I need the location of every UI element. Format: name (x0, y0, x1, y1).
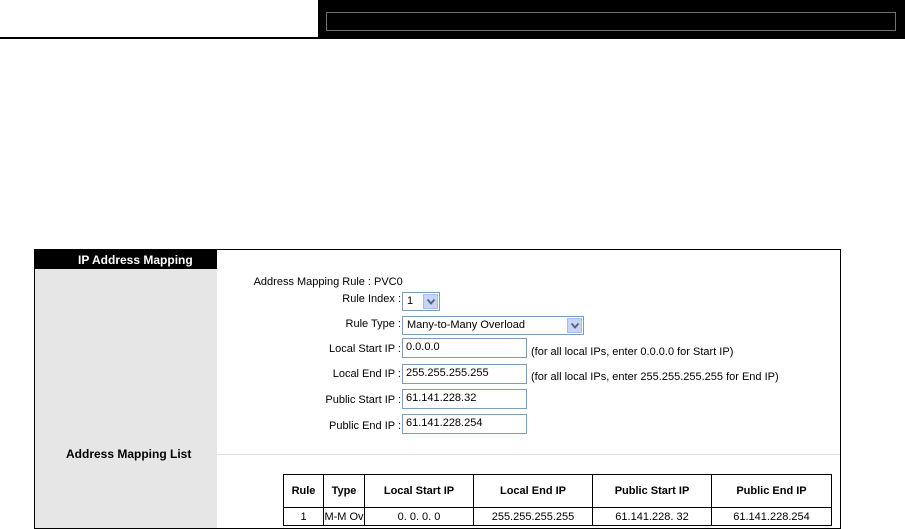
rule-type-label: Rule Type : (345, 318, 401, 330)
header-frame (326, 12, 896, 31)
table-header-row: Rule Type Local Start IP Local End IP Pu… (283, 474, 832, 508)
cell-public-end-ip: 61.141.228.254 (711, 507, 832, 526)
col-rule: Rule (283, 474, 324, 508)
public-start-ip-input[interactable]: 61.141.228.32 (402, 389, 527, 409)
rule-index-value: 1 (407, 295, 414, 307)
rule-type-value: Many-to-Many Overload (407, 319, 525, 331)
top-divider (0, 37, 905, 39)
chevron-down-icon[interactable] (567, 318, 582, 333)
col-type: Type (323, 474, 365, 508)
local-end-ip-label: Local End IP : (332, 368, 401, 380)
section-divider (217, 454, 840, 455)
rule-value: PVC0 (374, 276, 403, 288)
local-start-ip-hint: (for all local IPs, enter 0.0.0.0 for St… (531, 346, 734, 358)
rule-index-label: Rule Index : (342, 293, 401, 305)
rule-index-select[interactable]: 1 (402, 292, 440, 311)
chevron-down-icon[interactable] (423, 294, 438, 309)
table-row: 1 M-M Ov 0. 0. 0. 0 255.255.255.255 61.1… (283, 507, 832, 526)
cell-public-start-ip: 61.141.228. 32 (592, 507, 712, 526)
local-start-ip-input[interactable]: 0.0.0.0 (402, 338, 527, 358)
list-title: Address Mapping List (66, 447, 192, 461)
col-local-start-ip: Local Start IP (364, 474, 474, 508)
col-public-end-ip: Public End IP (711, 474, 832, 508)
public-end-ip-input[interactable]: 61.141.228.254 (402, 414, 527, 434)
local-start-ip-label: Local Start IP : (329, 343, 401, 355)
cell-local-start-ip: 0. 0. 0. 0 (364, 507, 474, 526)
address-mapping-table: Rule Type Local Start IP Local End IP Pu… (283, 474, 832, 526)
cell-rule: 1 (283, 507, 324, 526)
rule-type-select[interactable]: Many-to-Many Overload (402, 316, 584, 335)
section-header: IP Address Mapping (35, 250, 217, 269)
col-public-start-ip: Public Start IP (592, 474, 712, 508)
public-start-ip-label: Public Start IP : (325, 394, 401, 406)
local-end-ip-input[interactable]: 255.255.255.255 (402, 364, 527, 384)
sidebar: IP Address Mapping Address Mapping List (35, 250, 217, 528)
top-header-bar (318, 0, 905, 38)
ip-address-mapping-panel: IP Address Mapping Address Mapping List … (34, 249, 841, 529)
rule-label: Address Mapping Rule : (253, 276, 371, 288)
section-title: IP Address Mapping (78, 253, 193, 267)
public-end-ip-label: Public End IP : (329, 420, 401, 432)
local-end-ip-hint: (for all local IPs, enter 255.255.255.25… (531, 371, 779, 383)
col-local-end-ip: Local End IP (473, 474, 593, 508)
cell-local-end-ip: 255.255.255.255 (473, 507, 593, 526)
cell-type: M-M Ov (323, 507, 365, 526)
